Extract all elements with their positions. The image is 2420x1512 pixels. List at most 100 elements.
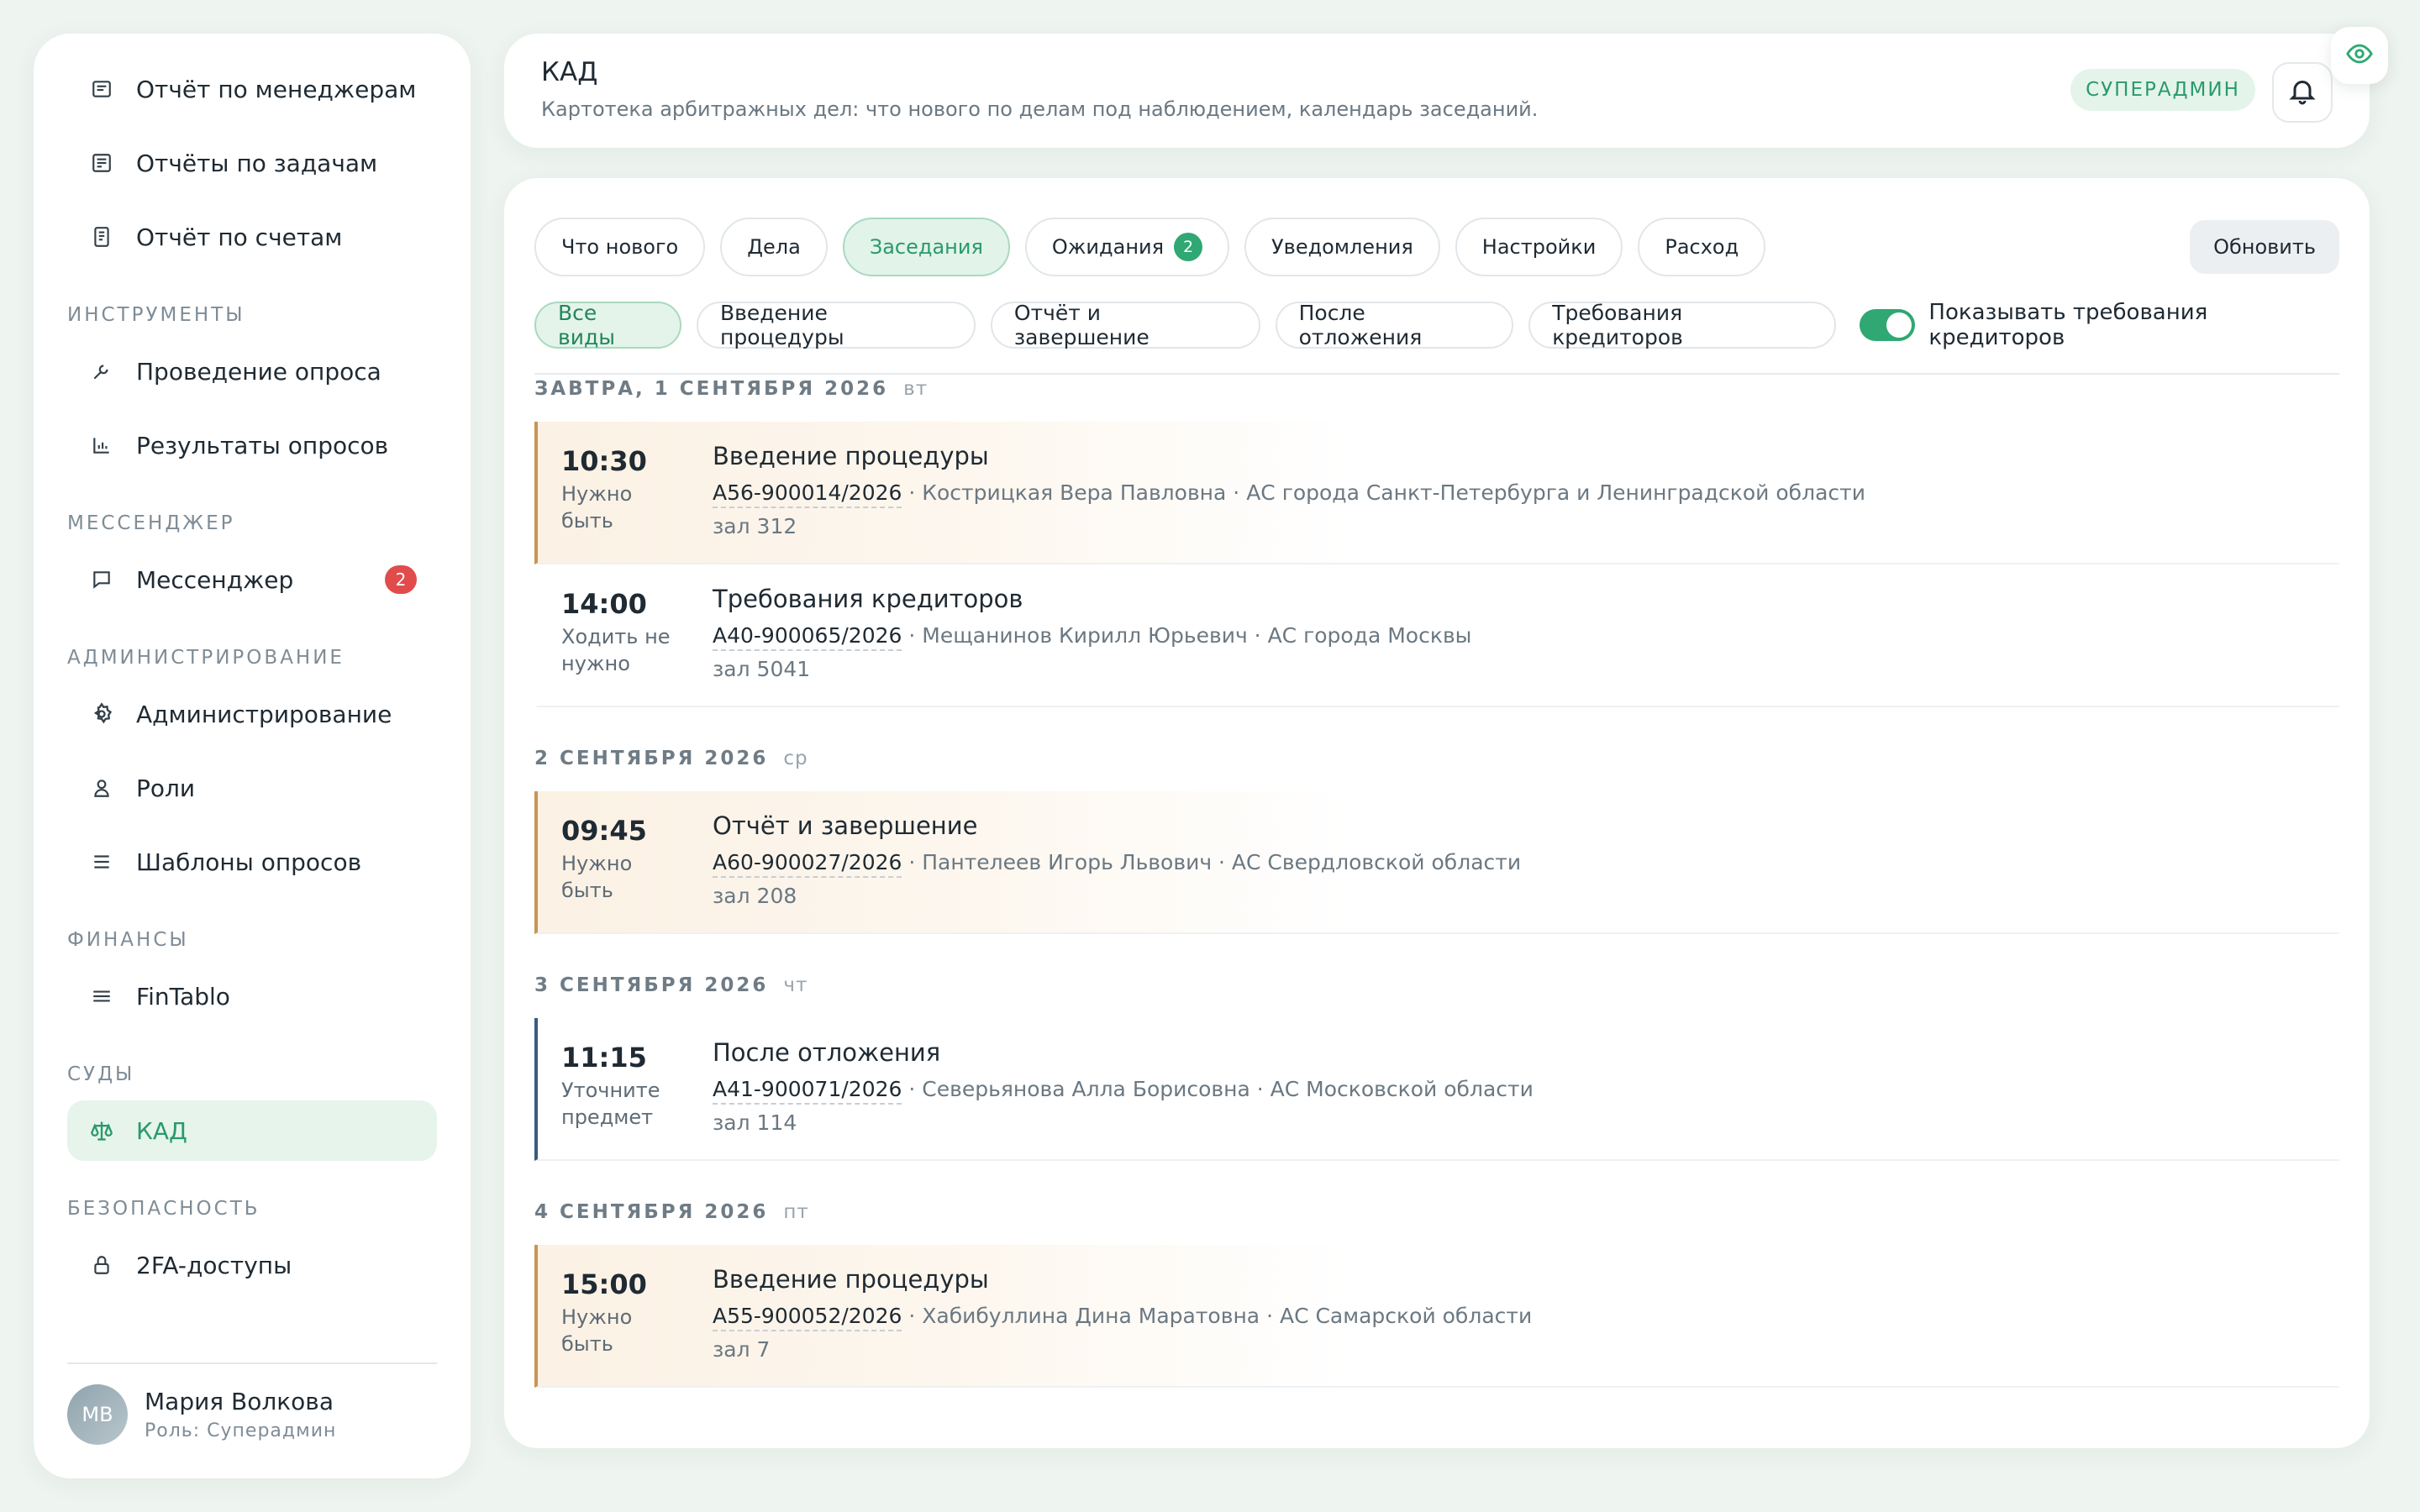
list-icon: [89, 849, 114, 874]
lock-icon: [89, 1252, 114, 1278]
notifications-button[interactable]: [2272, 62, 2333, 123]
sidebar-item-label: Проведение опроса: [136, 357, 381, 386]
sidebar-item-administration[interactable]: Администрирование: [67, 684, 437, 744]
hearing-details: А56-900014/2026 · Кострицкая Вера Павлов…: [713, 480, 1865, 508]
hearing-details: А40-900065/2026 · Мещанинов Кирилл Юрьев…: [713, 623, 1471, 651]
sidebar-item-survey-templates[interactable]: Шаблоны опросов: [67, 832, 437, 892]
eye-icon: [2345, 39, 2374, 71]
hearing-meta: · Северьянова Алла Борисовна · АС Москов…: [902, 1077, 1534, 1101]
invoice-icon: [89, 224, 114, 249]
hearing-item[interactable]: 09:45 Нужно быть Отчёт и завершение А60-…: [534, 791, 2339, 934]
refresh-button[interactable]: Обновить: [2190, 220, 2339, 274]
day-header: 3 СЕНТЯБРЯ 2026 чт: [534, 973, 2339, 998]
divider: [534, 373, 2339, 375]
hearing-title: После отложения: [713, 1038, 941, 1067]
case-number-link[interactable]: А41-900071/2026: [713, 1077, 902, 1105]
hearing-title: Введение процедуры: [713, 442, 989, 470]
case-number-link[interactable]: А40-900065/2026: [713, 623, 902, 651]
sidebar-item-fintablo[interactable]: FinTablo: [67, 966, 437, 1026]
case-number-link[interactable]: А60-900027/2026: [713, 850, 902, 878]
section-label-courts: СУДЫ: [67, 1063, 135, 1085]
sidebar-item-label: Отчёт по счетам: [136, 223, 343, 251]
hearing-title: Требования кредиторов: [713, 585, 1023, 613]
tab-whats-new[interactable]: Что нового: [534, 218, 706, 276]
hearing-meta: · Хабибуллина Дина Маратовна · АС Самарс…: [902, 1304, 1533, 1328]
sidebar-item-kad[interactable]: КАД: [67, 1100, 437, 1161]
hearing-room: зал 114: [713, 1110, 797, 1135]
case-number-link[interactable]: А56-900014/2026: [713, 480, 902, 508]
tab-label: Ожидания: [1051, 235, 1165, 259]
sidebar-item-label: 2FA-доступы: [136, 1251, 292, 1279]
tab-notifications[interactable]: Уведомления: [1244, 218, 1440, 276]
user-profile[interactable]: МВ Мария Волкова Роль: Суперадмин: [67, 1384, 336, 1445]
sidebar-item-survey[interactable]: Проведение опроса: [67, 341, 437, 402]
hearing-room: зал 312: [713, 514, 797, 538]
tab-bar: Что нового Дела Заседания Ожидания 2 Уве…: [534, 217, 2339, 277]
sidebar-item-label: Роли: [136, 774, 196, 802]
tasks-report-icon: [89, 150, 114, 176]
user-divider: [67, 1362, 437, 1364]
tab-expenses[interactable]: Расход: [1638, 218, 1766, 276]
creditor-claims-toggle[interactable]: [1860, 309, 1916, 341]
filter-all[interactable]: Все виды: [534, 301, 681, 349]
hearing-note: Уточните предмет: [561, 1079, 660, 1129]
sidebar-item-manager-report[interactable]: Отчёт по менеджерам: [67, 59, 437, 119]
section-label-messenger: МЕССЕНДЖЕР: [67, 512, 235, 534]
user-role: Роль: Суперадмин: [145, 1420, 337, 1441]
sidebar: Отчёт по менеджерам Отчёты по задачам От…: [34, 34, 471, 1478]
day-weekday: вт: [903, 378, 929, 400]
sidebar-item-2fa[interactable]: 2FA-доступы: [67, 1235, 437, 1295]
bell-icon: [2287, 76, 2317, 109]
report-icon: [89, 76, 114, 102]
app-root: Отчёт по менеджерам Отчёты по задачам От…: [0, 0, 2420, 1512]
hearing-note: Ходить не нужно: [561, 625, 671, 675]
case-number-link[interactable]: А55-900052/2026: [713, 1304, 902, 1331]
main-panel: Что нового Дела Заседания Ожидания 2 Уве…: [504, 178, 2370, 1448]
filter-creditor-claims[interactable]: Требования кредиторов: [1528, 301, 1837, 349]
hearing-item[interactable]: 15:00 Нужно быть Введение процедуры А55-…: [534, 1245, 2339, 1388]
filter-report[interactable]: Отчёт и завершение: [990, 301, 1260, 349]
sidebar-item-messenger[interactable]: Мессенджер 2: [67, 549, 437, 610]
tab-settings[interactable]: Настройки: [1455, 218, 1623, 276]
wrench-icon: [89, 359, 114, 384]
sidebar-item-survey-results[interactable]: Результаты опросов: [67, 415, 437, 475]
filter-postponed[interactable]: После отложения: [1275, 301, 1514, 349]
day-date: 3 СЕНТЯБРЯ 2026: [534, 974, 769, 996]
hearing-time: 15:00: [561, 1268, 647, 1300]
day-header: ЗАВТРА, 1 СЕНТЯБРЯ 2026 вт: [534, 376, 2339, 402]
sidebar-item-invoice-report[interactable]: Отчёт по счетам: [67, 207, 437, 267]
sidebar-item-label: Отчёт по менеджерам: [136, 75, 417, 103]
day-header: 2 СЕНТЯБРЯ 2026 ср: [534, 746, 2339, 771]
hearing-note: Нужно быть: [561, 852, 633, 902]
tab-cases[interactable]: Дела: [720, 218, 828, 276]
day-date: 2 СЕНТЯБРЯ 2026: [534, 748, 769, 769]
sidebar-item-label: Отчёты по задачам: [136, 149, 378, 177]
scales-icon: [89, 1118, 114, 1143]
hearing-note: Нужно быть: [561, 1305, 633, 1356]
section-label-tools: ИНСТРУМЕНТЫ: [67, 304, 245, 326]
chat-icon: [89, 567, 114, 592]
visibility-toggle-button[interactable]: [2331, 27, 2388, 84]
hearing-meta: · Кострицкая Вера Павловна · АС города С…: [902, 480, 1865, 505]
hearing-meta: · Пантелеев Игорь Львович · АС Свердловс…: [902, 850, 1522, 874]
hearing-time: 11:15: [561, 1042, 647, 1074]
filter-procedure[interactable]: Введение процедуры: [696, 301, 976, 349]
tab-hearings[interactable]: Заседания: [842, 218, 1010, 276]
day-date: ЗАВТРА, 1 СЕНТЯБРЯ 2026: [534, 378, 889, 400]
hearing-item[interactable]: 14:00 Ходить не нужно Требования кредито…: [534, 564, 2339, 707]
sidebar-item-roles[interactable]: Роли: [67, 758, 437, 818]
section-label-finance: ФИНАНСЫ: [67, 929, 189, 951]
page-subtitle: Картотека арбитражных дел: что нового по…: [541, 97, 1539, 121]
sidebar-item-task-reports[interactable]: Отчёты по задачам: [67, 133, 437, 193]
hearing-item[interactable]: 10:30 Нужно быть Введение процедуры А56-…: [534, 422, 2339, 564]
hearing-title: Отчёт и завершение: [713, 811, 978, 840]
page-header: КАД Картотека арбитражных дел: что новог…: [504, 34, 2370, 148]
tab-waiting[interactable]: Ожидания 2: [1024, 218, 1230, 276]
hearing-title: Введение процедуры: [713, 1265, 989, 1294]
sidebar-item-label: Шаблоны опросов: [136, 848, 362, 876]
user-icon: [89, 775, 114, 801]
filter-bar: Все виды Введение процедуры Отчёт и заве…: [534, 300, 2339, 350]
sidebar-item-label: FinTablo: [136, 982, 230, 1011]
hearing-item[interactable]: 11:15 Уточните предмет После отложения А…: [534, 1018, 2339, 1161]
avatar: МВ: [67, 1384, 128, 1445]
